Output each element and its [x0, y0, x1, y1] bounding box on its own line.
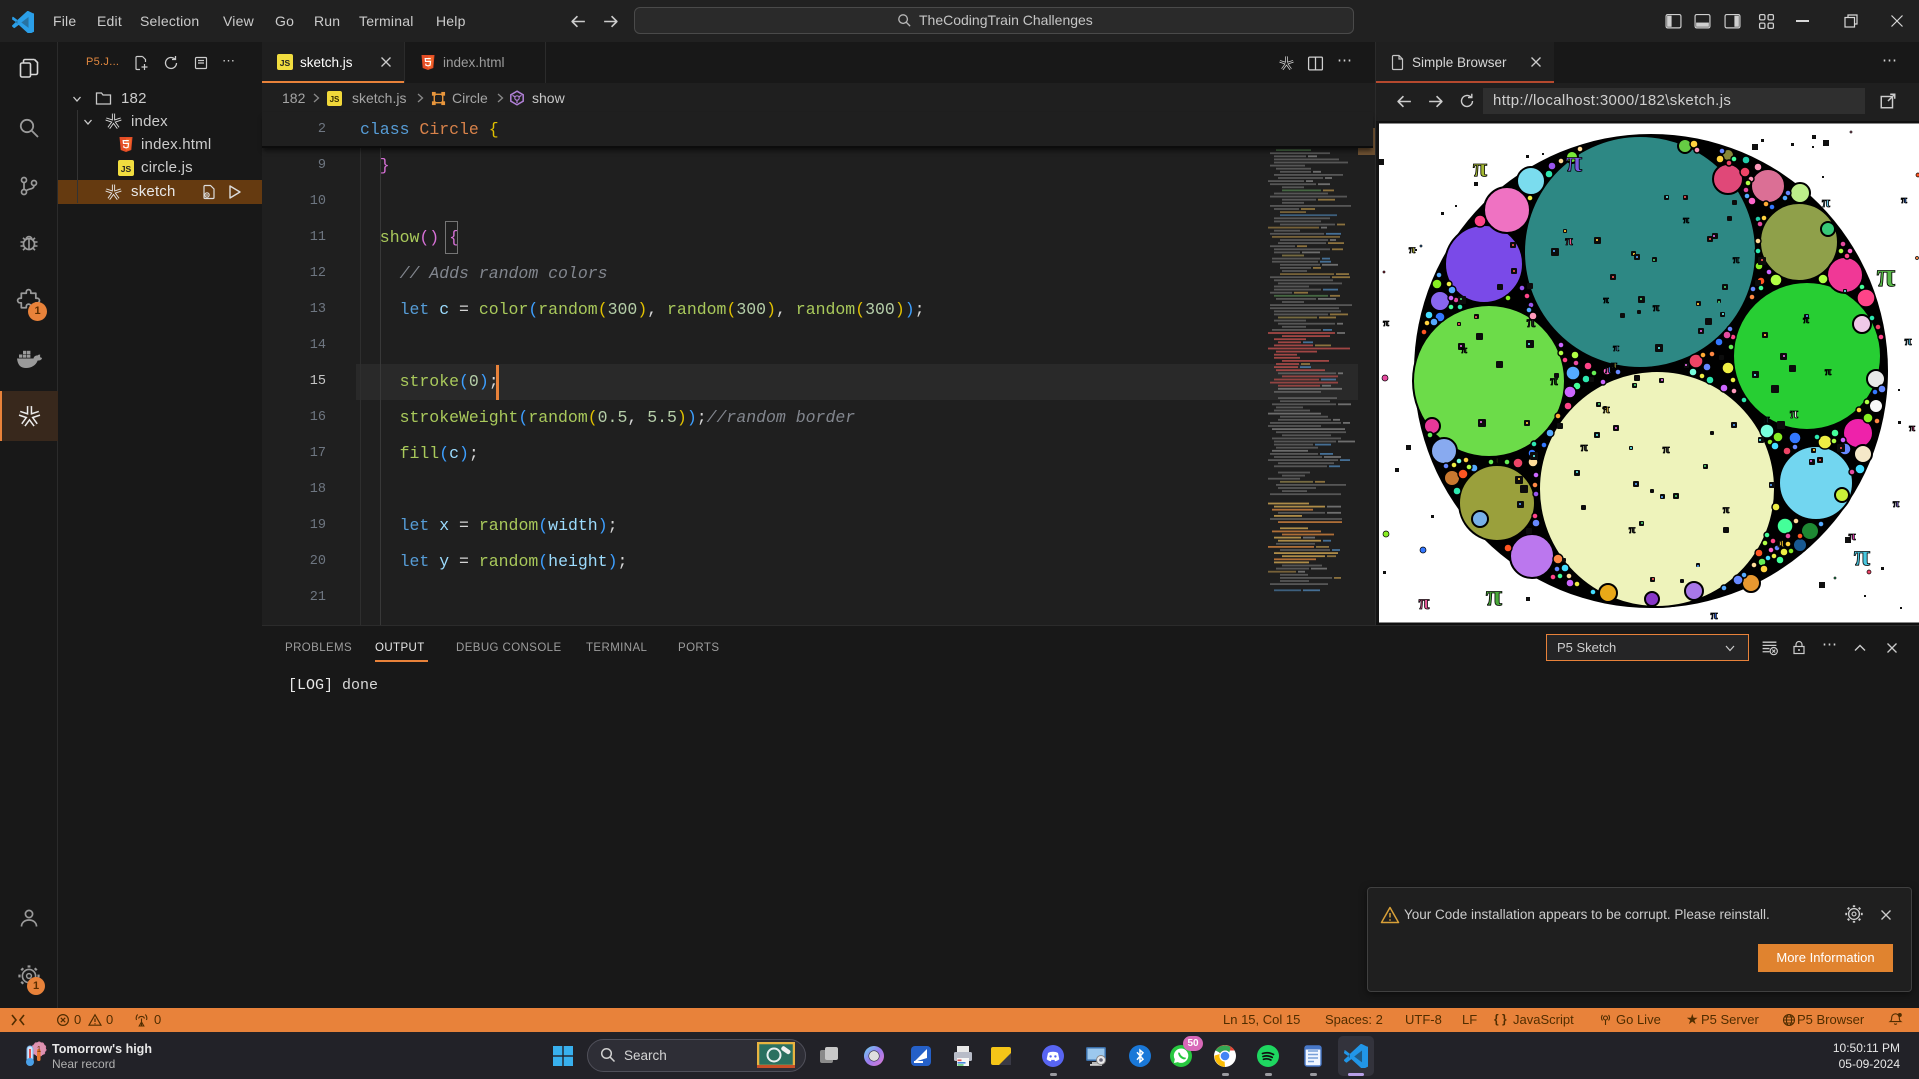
svg-text:π: π [1662, 441, 1669, 456]
svg-text:1: 1 [37, 1045, 42, 1054]
svg-text:π: π [1473, 153, 1487, 182]
svg-text:π: π [1565, 234, 1573, 249]
svg-text:π: π [1854, 539, 1871, 572]
svg-text:π: π [1566, 145, 1583, 178]
svg-text:π: π [1825, 364, 1832, 378]
svg-text:π: π [1904, 333, 1911, 348]
svg-text:π: π [1653, 300, 1660, 314]
svg-text:π: π [1383, 317, 1389, 329]
svg-text:π: π [1629, 522, 1636, 536]
svg-text:π: π [1550, 374, 1558, 389]
svg-text:π: π [1848, 528, 1855, 543]
svg-text:π: π [1683, 214, 1689, 226]
svg-text:π: π [1909, 422, 1915, 434]
svg-text:π: π [1777, 536, 1785, 551]
svg-text:π: π [1580, 439, 1587, 454]
svg-text:π: π [1822, 195, 1831, 211]
svg-text:π: π [1486, 579, 1503, 612]
svg-text:π: π [1493, 454, 1499, 466]
svg-text:π: π [1723, 502, 1730, 516]
svg-text:π: π [1409, 242, 1416, 256]
svg-text:π: π [1527, 314, 1536, 331]
svg-text:π: π [1803, 314, 1809, 326]
svg-text:π: π [1762, 411, 1769, 426]
svg-text:π: π [1710, 607, 1717, 622]
svg-text:π: π [1419, 592, 1430, 614]
svg-text:π: π [1877, 257, 1896, 294]
svg-text:π: π [1611, 359, 1617, 371]
svg-text:π: π [1603, 295, 1609, 306]
svg-text:π: π [1461, 344, 1467, 356]
svg-text:π: π [1790, 406, 1799, 422]
svg-text:π: π [1733, 252, 1740, 266]
svg-text:π: π [1602, 401, 1609, 416]
svg-text:π: π [1613, 342, 1619, 354]
svg-text:π: π [1604, 361, 1611, 376]
svg-text:π: π [1893, 496, 1900, 510]
svg-text:π: π [1901, 194, 1907, 206]
